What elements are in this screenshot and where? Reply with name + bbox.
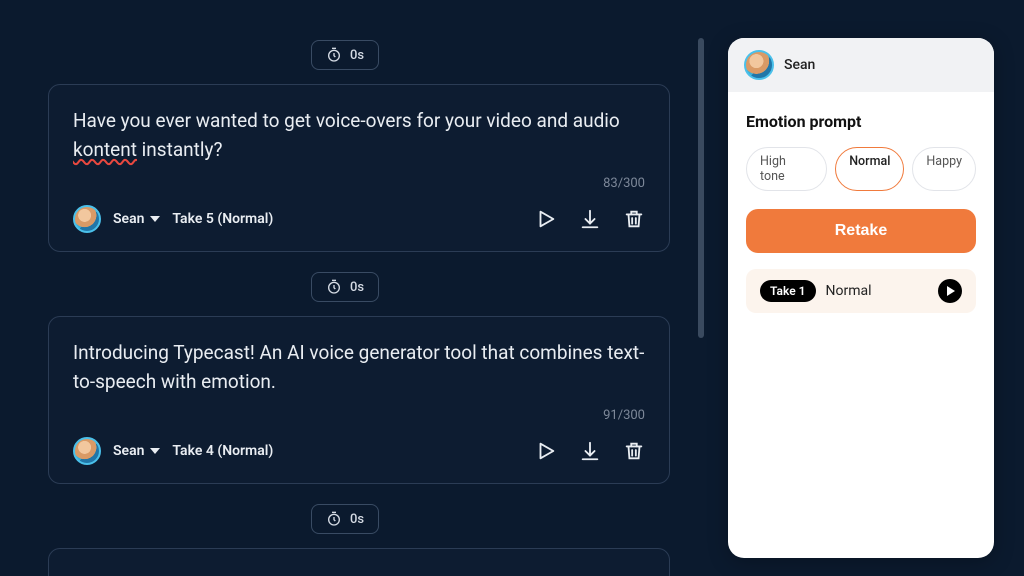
clock-icon: [326, 511, 342, 527]
timestamp-label: 0s: [350, 48, 364, 63]
timestamp-pill[interactable]: 0s: [311, 272, 379, 302]
delete-button[interactable]: [623, 208, 645, 230]
script-card[interactable]: Have you ever wanted to get voice-overs …: [48, 84, 670, 252]
download-button[interactable]: [579, 440, 601, 462]
chevron-down-icon: [150, 446, 160, 456]
timestamp-pill[interactable]: 0s: [311, 40, 379, 70]
card-footer: Sean Take 4 (Normal): [73, 437, 645, 465]
take-row[interactable]: Take 1 Normal: [746, 269, 976, 313]
voice-avatar[interactable]: [744, 50, 774, 80]
retake-button[interactable]: Retake: [746, 209, 976, 253]
script-text[interactable]: Introducing Typecast! An AI voice genera…: [73, 339, 645, 396]
char-count: 91/300: [73, 408, 645, 423]
card-footer-left: Sean Take 4 (Normal): [73, 437, 273, 465]
voice-avatar[interactable]: [73, 437, 101, 465]
take-emotion-label: Normal: [826, 283, 928, 299]
voice-avatar[interactable]: [73, 205, 101, 233]
play-button[interactable]: [535, 208, 557, 230]
emotion-panel-header: Sean: [728, 38, 994, 92]
card-footer: Sean Take 5 (Normal): [73, 205, 645, 233]
clock-icon: [326, 279, 342, 295]
emotion-panel-title: Emotion prompt: [746, 112, 976, 131]
download-button[interactable]: [579, 208, 601, 230]
download-icon: [579, 208, 601, 230]
timestamp-pill[interactable]: 0s: [311, 504, 379, 534]
emotion-chip-row: High tone Normal Happy: [746, 147, 976, 191]
script-text[interactable]: Typecast is a powerful tool that allows …: [73, 571, 645, 576]
download-icon: [579, 440, 601, 462]
cards-scroll-area: 0s Have you ever wanted to get voice-ove…: [0, 38, 690, 576]
trash-icon: [623, 208, 645, 230]
play-button[interactable]: [535, 440, 557, 462]
scrollbar-thumb[interactable]: [698, 38, 704, 338]
emotion-chip-high-tone[interactable]: High tone: [746, 147, 827, 191]
emotion-chip-normal[interactable]: Normal: [835, 147, 904, 191]
take-tag: Take 1: [760, 280, 816, 302]
misspelled-word[interactable]: kontent: [73, 138, 137, 161]
play-icon: [944, 285, 956, 297]
take-label[interactable]: Take 4 (Normal): [172, 443, 273, 459]
script-card[interactable]: Typecast is a powerful tool that allows …: [48, 548, 670, 576]
char-count: 83/300: [73, 176, 645, 191]
emotion-panel-body: Emotion prompt High tone Normal Happy Re…: [728, 92, 994, 333]
emotion-panel: Sean Emotion prompt High tone Normal Hap…: [728, 38, 994, 558]
card-footer-right: [535, 440, 645, 462]
voice-selector[interactable]: Sean: [113, 443, 160, 459]
take-play-button[interactable]: [938, 279, 962, 303]
timestamp-label: 0s: [350, 512, 364, 527]
script-text[interactable]: Have you ever wanted to get voice-overs …: [73, 107, 645, 164]
play-icon: [535, 440, 557, 462]
chevron-down-icon: [150, 214, 160, 224]
clock-icon: [326, 47, 342, 63]
voice-name-label: Sean: [784, 57, 815, 73]
take-label[interactable]: Take 5 (Normal): [172, 211, 273, 227]
trash-icon: [623, 440, 645, 462]
timestamp-label: 0s: [350, 280, 364, 295]
editor-column: 0s Have you ever wanted to get voice-ove…: [0, 0, 710, 576]
delete-button[interactable]: [623, 440, 645, 462]
play-icon: [535, 208, 557, 230]
script-card[interactable]: Introducing Typecast! An AI voice genera…: [48, 316, 670, 484]
emotion-chip-happy[interactable]: Happy: [912, 147, 976, 191]
card-footer-left: Sean Take 5 (Normal): [73, 205, 273, 233]
card-footer-right: [535, 208, 645, 230]
voice-selector[interactable]: Sean: [113, 211, 160, 227]
